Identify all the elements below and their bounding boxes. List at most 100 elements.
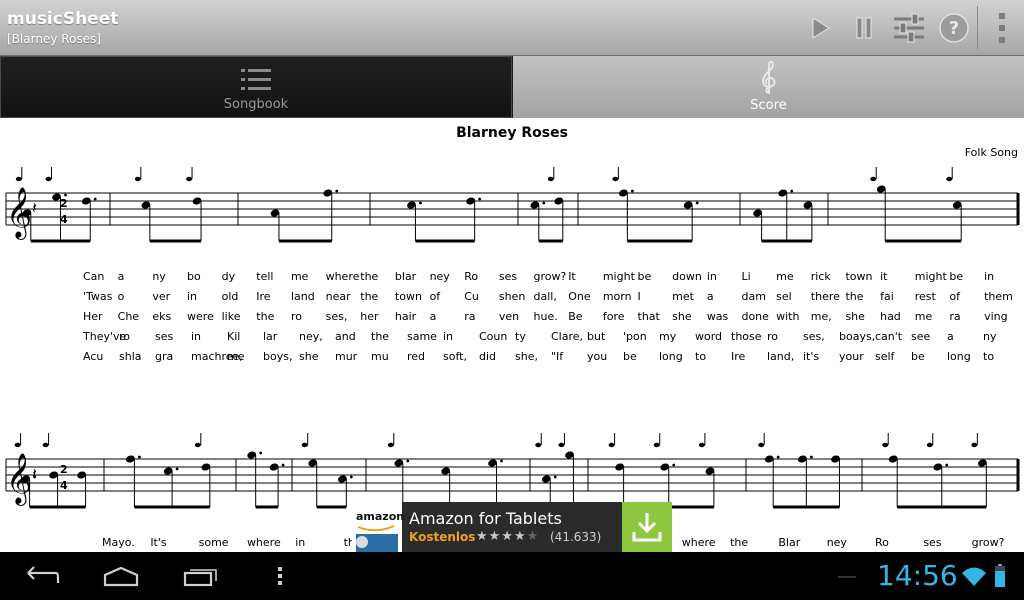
play-icon (812, 17, 830, 39)
lyric-syllable: were (186, 310, 214, 323)
battery-indicator[interactable] (992, 560, 1008, 592)
lyric-syllable: in (984, 270, 995, 283)
score-view[interactable]: Blarney Roses Folk Song 𝄞 𝄽 2 4 Can a ny bo dy t… (0, 118, 1024, 552)
lyric-syllable: Mayo. (102, 536, 135, 549)
ad-subtitle: Kostenlos (409, 530, 476, 544)
lyric-syllable: town (394, 290, 422, 303)
lyric-syllable: you (587, 350, 608, 363)
tab-songbook[interactable]: Songbook (0, 56, 512, 118)
lyric-syllable: met (672, 290, 694, 303)
home-button[interactable] (100, 560, 142, 592)
lyric-syllable: Coun (479, 330, 508, 343)
grace-note (45, 176, 52, 182)
menu-button[interactable] (272, 560, 288, 592)
grace-note (14, 442, 21, 448)
lyric-syllable: shla (119, 350, 142, 363)
lyric-syllable: town (845, 270, 873, 283)
lyric-syllable: my (659, 330, 677, 343)
lyric-syllable: Clare, (551, 330, 584, 343)
lyric-syllable: to (983, 350, 995, 363)
lyric-syllable: can't (875, 330, 903, 343)
song-subtitle: [Blarney Roses] (7, 32, 101, 46)
lyric-syllable: in (191, 330, 202, 343)
recent-apps-button[interactable] (180, 560, 222, 592)
pause-button[interactable] (844, 8, 884, 48)
lyric-syllable: Her (83, 310, 103, 323)
lyric-syllable: soft, (443, 350, 467, 363)
lyric-syllable: rick (810, 270, 831, 283)
lyric-syllable: me (290, 270, 309, 283)
lyric-syllable: gra (155, 350, 174, 363)
lyric-syllable: the (371, 330, 390, 343)
lyric-syllable: where (681, 536, 716, 549)
ad-download-button[interactable] (622, 502, 672, 552)
lyric-syllable: fai (880, 290, 894, 303)
wifi-indicator[interactable] (960, 560, 988, 592)
back-button[interactable] (22, 560, 62, 592)
action-bar: musicSheet [Blarney Roses] ? (0, 0, 1024, 56)
lyric-syllable: she (672, 310, 692, 323)
lyric-syllable: lar (263, 330, 278, 343)
time-signature-bottom: 4 (60, 479, 68, 492)
lyric-syllable: the (360, 290, 379, 303)
lyric-syllable: old (221, 290, 239, 303)
menu-icon (278, 567, 282, 585)
lyric-syllable: the (256, 310, 275, 323)
lyric-syllable: land (290, 290, 315, 303)
lyric-syllable: Ire (256, 290, 271, 303)
lyric-syllable: hue. (533, 310, 558, 323)
lyric-syllable: be (623, 350, 637, 363)
dot (93, 197, 97, 201)
lyric-syllable: her (360, 310, 379, 323)
lyric-syllable: grow? (533, 270, 567, 283)
help-button[interactable]: ? (934, 8, 974, 48)
ad-banner[interactable]: amazon Amazon for Tablets Kostenlos ★★★★… (352, 502, 672, 552)
lyric-syllable: long (659, 350, 683, 363)
lyric-syllable: in (706, 270, 717, 283)
lyric-syllable: o (117, 290, 125, 303)
lyric-syllable: that (637, 310, 660, 323)
lyric-syllable: near (325, 290, 351, 303)
lyric-syllable: them (984, 290, 1013, 303)
grace-note (758, 442, 765, 448)
overflow-menu-button[interactable] (982, 8, 1022, 48)
lyric-syllable: rest (914, 290, 936, 303)
tab-score[interactable]: Score (513, 56, 1024, 118)
lyric-syllable: ney (826, 536, 847, 549)
lyric-syllable: where (325, 270, 360, 283)
dot (630, 189, 634, 193)
settings-button[interactable] (889, 8, 929, 48)
lyric-syllable: of (949, 290, 961, 303)
lyric-syllable: ty (515, 330, 526, 343)
lyric-syllable: bo (186, 270, 201, 283)
lyric-syllable: They've (83, 330, 127, 343)
grace-note (558, 442, 565, 448)
dot (335, 189, 339, 193)
grace-note (547, 176, 554, 182)
tab-bar: Songbook Score (0, 56, 1024, 118)
lyric-syllable: me (914, 310, 933, 323)
grace-note (653, 442, 660, 448)
grace-note (194, 442, 201, 448)
home-icon (103, 566, 139, 587)
lyric-syllable: be (911, 350, 925, 363)
lyric-syllable: same (407, 330, 437, 343)
lyric-syllable: ro (767, 330, 779, 343)
lyric-syllable: fore (602, 310, 625, 323)
pause-icon (856, 17, 872, 39)
lyric-syllable: a (706, 290, 714, 303)
lyric-syllable: in (295, 536, 306, 549)
lyric-syllable: dam (741, 290, 766, 303)
lyric-syllable: morn (602, 290, 632, 303)
lyric-syllable: shen (498, 290, 526, 303)
lyric-syllable: a (947, 330, 954, 343)
clock[interactable]: 14:56 (877, 559, 958, 592)
lyric-syllable: ses, (803, 330, 825, 343)
play-button[interactable] (800, 8, 840, 48)
lyric-syllable: mur (335, 350, 358, 363)
dot (419, 201, 422, 205)
lyric-syllable: land, (767, 350, 795, 363)
lyric-syllable: ven (498, 310, 520, 323)
action-bar-separator (977, 6, 978, 50)
lyric-syllable: long (947, 350, 971, 363)
